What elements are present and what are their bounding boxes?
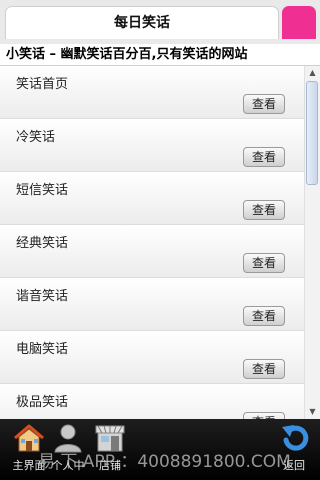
list-item[interactable]: 短信笑话 查看 bbox=[0, 172, 304, 225]
nav-store-label: 店铺 bbox=[99, 459, 121, 472]
page-title: 每日笑话 bbox=[5, 6, 279, 39]
scroll-up-icon[interactable]: ▲ bbox=[305, 66, 320, 80]
view-button[interactable]: 查看 bbox=[243, 94, 285, 114]
list-item[interactable]: 笑话首页 查看 bbox=[0, 66, 304, 119]
list-item[interactable]: 谐音笑话 查看 bbox=[0, 278, 304, 331]
bottom-nav: 主界面 个人中 店铺 返回 bbox=[0, 419, 320, 480]
list-item[interactable]: 经典笑话 查看 bbox=[0, 225, 304, 278]
list-item-label: 电脑笑话 bbox=[16, 342, 69, 357]
list-item-label: 笑话首页 bbox=[16, 77, 69, 92]
nav-store[interactable]: 店铺 bbox=[82, 421, 138, 472]
nav-back-label: 返回 bbox=[283, 459, 305, 472]
category-list: 笑话首页 查看 冷笑话 查看 短信笑话 查看 经典笑话 查看 谐音笑话 查看 电… bbox=[0, 66, 304, 419]
view-button[interactable]: 查看 bbox=[243, 147, 285, 167]
list-item-label: 经典笑话 bbox=[16, 236, 69, 251]
view-button[interactable]: 查看 bbox=[243, 200, 285, 220]
view-button[interactable]: 查看 bbox=[243, 253, 285, 273]
list-item-label: 短信笑话 bbox=[16, 183, 69, 198]
app-header: 每日笑话 bbox=[0, 0, 320, 44]
scroll-down-icon[interactable]: ▼ bbox=[305, 405, 320, 419]
scroll-thumb[interactable] bbox=[306, 81, 318, 185]
view-button[interactable]: 查看 bbox=[243, 412, 285, 419]
view-button[interactable]: 查看 bbox=[243, 359, 285, 379]
list-item[interactable]: 极品笑话 查看 bbox=[0, 384, 304, 419]
list-item-label: 谐音笑话 bbox=[16, 289, 69, 304]
back-arrow-icon bbox=[282, 425, 309, 451]
pink-tab[interactable] bbox=[282, 6, 316, 39]
list-item-label: 极品笑话 bbox=[16, 395, 69, 410]
scrollbar[interactable]: ▲ ▼ bbox=[304, 66, 320, 419]
view-button[interactable]: 查看 bbox=[243, 306, 285, 326]
list-item[interactable]: 冷笑话 查看 bbox=[0, 119, 304, 172]
list-item[interactable]: 电脑笑话 查看 bbox=[0, 331, 304, 384]
store-icon bbox=[95, 425, 125, 452]
nav-back[interactable]: 返回 bbox=[266, 421, 320, 472]
list-item-label: 冷笑话 bbox=[16, 130, 56, 145]
person-icon bbox=[54, 424, 82, 453]
site-subtitle: 小笑话 – 幽默笑话百分百,只有笑话的网站 bbox=[0, 44, 320, 66]
